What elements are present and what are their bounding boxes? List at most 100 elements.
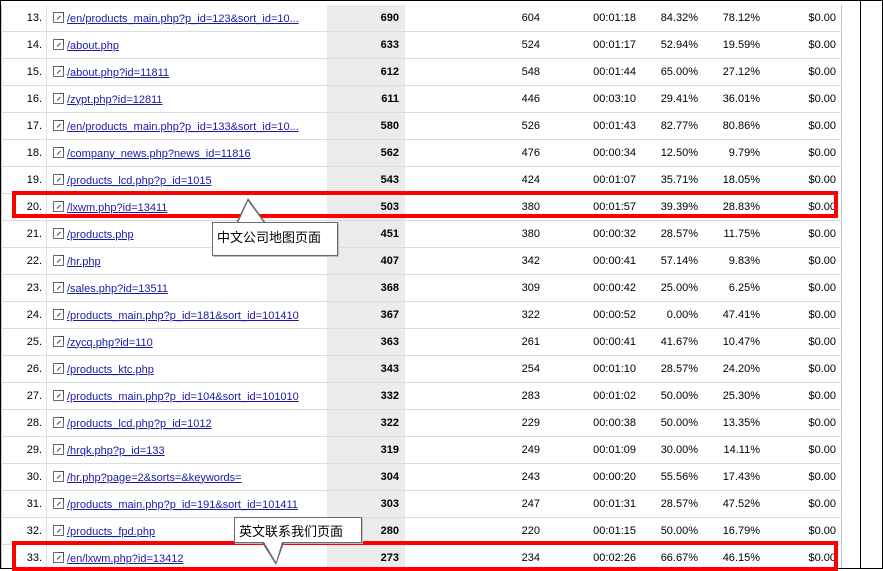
external-link-icon[interactable]	[53, 524, 64, 536]
pageviews-value-cell: 367	[327, 301, 405, 329]
row-number-cell: 18.	[1, 139, 47, 167]
external-link-icon[interactable]	[53, 173, 64, 185]
avg-time-value: 00:00:52	[593, 309, 636, 321]
external-link-icon[interactable]	[53, 470, 64, 482]
avg-time-value: 00:01:15	[593, 525, 636, 537]
external-link-icon[interactable]	[53, 416, 64, 428]
bounce-rate-value-cell: 84.32%	[641, 5, 703, 32]
external-link-icon[interactable]	[53, 443, 64, 455]
external-link-icon[interactable]	[53, 119, 64, 131]
page-value: $0.00	[808, 471, 836, 483]
page-link[interactable]: /zycq.php?id=110	[67, 337, 153, 349]
page-link[interactable]: /hr.php?page=2&sorts=&keywords=	[67, 472, 242, 484]
exit-rate-value-cell: 19.59%	[703, 31, 765, 59]
page-link[interactable]: /products_main.php?p_id=104&sort_id=1010…	[67, 391, 299, 403]
row-number-cell: 27.	[1, 382, 47, 410]
avg-time-value-cell: 00:01:07	[545, 166, 641, 194]
pageviews-value: 304	[380, 471, 399, 483]
page-link[interactable]: /about.php?id=11811	[67, 67, 169, 79]
external-link-icon[interactable]	[53, 92, 64, 104]
row-number-cell: 31.	[1, 490, 47, 518]
exit-rate-value: 10.47%	[722, 336, 760, 348]
page-link[interactable]: /products_main.php?p_id=191&sort_id=1014…	[67, 499, 298, 511]
pageviews-value: 451	[380, 228, 399, 240]
page-link[interactable]: /company_news.php?news_id=11816	[67, 148, 251, 160]
page-link[interactable]: /products_lcd.php?p_id=1012	[67, 418, 212, 430]
external-link-icon[interactable]	[53, 362, 64, 374]
page-link[interactable]: /zypt.php?id=12811	[67, 94, 163, 106]
avg-time-value-cell: 00:01:44	[545, 58, 641, 86]
page-link[interactable]: /products_main.php?p_id=181&sort_id=1014…	[67, 310, 299, 322]
table-row: 31. /products_main.php?p_id=191&sort_id=1…	[1, 490, 842, 518]
unique-pageviews-value: 254	[521, 363, 540, 375]
external-link-icon[interactable]	[53, 254, 64, 266]
unique-pageviews-value: 446	[521, 93, 540, 105]
table-body: 13. /en/products_main.php?p_id=123&sort_i…	[1, 5, 842, 568]
page-link[interactable]: /en/products_main.php?p_id=123&sort_id=1…	[67, 13, 299, 25]
pageviews-value: 407	[380, 255, 399, 267]
row-number: 13.	[26, 12, 42, 24]
bounce-rate-value: 41.67%	[660, 336, 698, 348]
external-link-icon[interactable]	[53, 227, 64, 239]
page-value-cell: $0.00	[765, 247, 842, 275]
bounce-rate-value: 50.00%	[660, 390, 698, 402]
row-number: 19.	[26, 174, 42, 186]
callout-cn-map: 中文公司地图页面	[212, 222, 338, 256]
row-number-cell: 28.	[1, 409, 47, 437]
row-number-cell: 19.	[1, 166, 47, 194]
page-link[interactable]: /products_ktc.php	[67, 364, 154, 376]
page-link[interactable]: /hr.php	[67, 256, 101, 268]
external-link-icon[interactable]	[53, 11, 64, 23]
pageviews-value: 322	[380, 417, 399, 429]
row-number-cell: 14.	[1, 31, 47, 59]
avg-time-value: 00:00:34	[593, 147, 636, 159]
page-link[interactable]: /en/products_main.php?p_id=133&sort_id=1…	[67, 121, 299, 133]
bounce-rate-value-cell: 55.56%	[641, 463, 703, 491]
page-link[interactable]: /hrqk.php?p_id=133	[67, 445, 165, 457]
bounce-rate-value: 52.94%	[660, 39, 698, 51]
page-value: $0.00	[808, 228, 836, 240]
page-link[interactable]: /products.php	[67, 229, 134, 241]
external-link-icon[interactable]	[53, 389, 64, 401]
page-value: $0.00	[808, 390, 836, 402]
page-link-cell: /hr.php?page=2&sorts=&keywords=	[46, 463, 327, 491]
bounce-rate-value: 50.00%	[660, 525, 698, 537]
table-row: 14. /about.php 633 524 00:01:17 52.94% 19.59% $…	[1, 31, 842, 59]
unique-pageviews-value: 309	[521, 282, 540, 294]
page-value-cell: $0.00	[765, 382, 842, 410]
page-link-cell: /products_lcd.php?p_id=1015	[46, 166, 327, 194]
table-row: 24. /products_main.php?p_id=181&sort_id=1…	[1, 301, 842, 329]
exit-rate-value: 25.30%	[722, 390, 760, 402]
external-link-icon[interactable]	[53, 38, 64, 50]
exit-rate-value: 47.41%	[722, 309, 760, 321]
bounce-rate-value-cell: 41.67%	[641, 328, 703, 356]
unique-pageviews-value-cell: 524	[405, 31, 545, 59]
page-link[interactable]: /sales.php?id=13511	[67, 283, 168, 295]
external-link-icon[interactable]	[53, 497, 64, 509]
row-number: 21.	[26, 228, 42, 240]
external-link-icon[interactable]	[53, 281, 64, 293]
bounce-rate-value-cell: 65.00%	[641, 58, 703, 86]
page-link[interactable]: /products_lcd.php?p_id=1015	[67, 175, 212, 187]
external-link-icon[interactable]	[53, 146, 64, 158]
avg-time-value: 00:00:41	[593, 255, 636, 267]
page-link[interactable]: /about.php	[67, 40, 119, 52]
external-link-icon[interactable]	[53, 65, 64, 77]
highlight-box-row-20	[12, 191, 838, 218]
pageviews-value: 343	[380, 363, 399, 375]
avg-time-value-cell: 00:01:18	[545, 5, 641, 32]
row-number-cell: 17.	[1, 112, 47, 140]
external-link-icon[interactable]	[53, 308, 64, 320]
page-link[interactable]: /products_fpd.php	[67, 526, 155, 538]
unique-pageviews-value-cell: 243	[405, 463, 545, 491]
exit-rate-value: 18.05%	[722, 174, 760, 186]
page-link-cell: /about.php	[46, 31, 327, 59]
external-link-icon[interactable]	[53, 335, 64, 347]
avg-time-value: 00:01:02	[593, 390, 636, 402]
unique-pageviews-value-cell: 548	[405, 58, 545, 86]
row-number: 24.	[26, 309, 42, 321]
row-number-cell: 25.	[1, 328, 47, 356]
bounce-rate-value: 28.57%	[660, 228, 698, 240]
unique-pageviews-value-cell: 229	[405, 409, 545, 437]
unique-pageviews-value: 247	[521, 498, 540, 510]
